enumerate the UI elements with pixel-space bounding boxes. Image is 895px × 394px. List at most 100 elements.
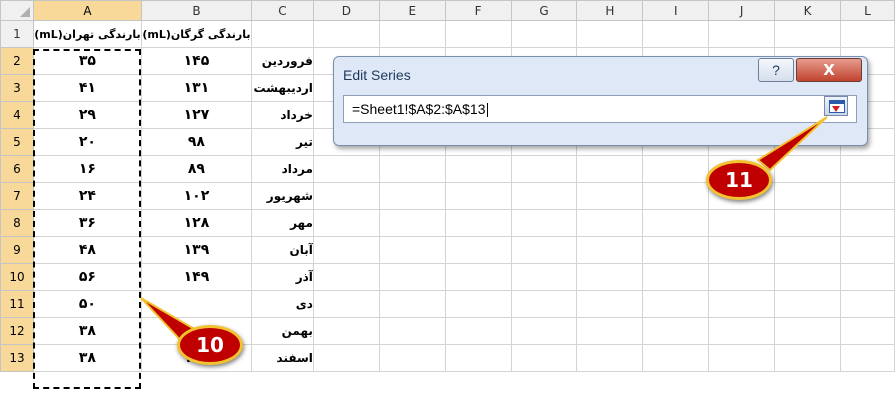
cell-c[interactable]: شهریور [250,182,314,210]
cell[interactable] [312,182,380,210]
cell-a[interactable]: ۴۸ [32,236,142,264]
column-header-d[interactable]: D [312,0,380,21]
cell[interactable] [774,317,841,345]
cell-b[interactable]: ۱۴۵ [140,47,252,75]
cell-c[interactable]: مرداد [250,155,314,183]
cell[interactable] [378,209,446,237]
cell[interactable] [444,263,512,291]
cell[interactable] [312,209,380,237]
cell[interactable] [312,20,380,48]
cell-b[interactable] [140,290,252,318]
cell[interactable] [708,20,776,48]
cell-c[interactable]: بهمن [250,317,314,345]
cell-b[interactable]: ۱۳۹ [140,236,252,264]
cell[interactable] [510,263,578,291]
cell-a[interactable]: ۵۶ [32,263,142,291]
cell[interactable] [444,344,512,372]
cell[interactable] [378,290,446,318]
row-header[interactable]: 7 [0,182,34,210]
cell-c[interactable]: تیر [250,128,314,156]
cell-c[interactable]: خرداد [250,101,314,129]
cell[interactable] [510,209,578,237]
column-header-k[interactable]: K [774,0,841,21]
column-header-j[interactable]: J [708,0,776,21]
cell-c[interactable]: آبان [250,236,314,264]
cell[interactable] [378,263,446,291]
cell[interactable] [312,344,380,372]
cell[interactable] [642,20,710,48]
column-header-g[interactable]: G [510,0,578,21]
cell[interactable] [708,344,776,372]
cell-a[interactable]: ۳۸ [32,344,142,372]
select-all-corner[interactable] [0,0,34,21]
cell[interactable] [642,236,710,264]
cell[interactable] [576,236,644,264]
cell-b[interactable]: ۱۳۱ [140,74,252,102]
cell[interactable] [576,344,644,372]
cell[interactable] [510,236,578,264]
cell[interactable] [642,263,710,291]
cell[interactable] [839,209,895,237]
cell[interactable] [444,20,512,48]
cell-b[interactable]: ۱۴۹ [140,263,252,291]
cell-a[interactable]: ۲۴ [32,182,142,210]
cell[interactable] [708,290,776,318]
cell-a[interactable]: ۳۵ [32,47,142,75]
cell[interactable] [708,263,776,291]
cell[interactable] [378,182,446,210]
cell[interactable] [576,155,644,183]
cell[interactable] [708,236,776,264]
cell[interactable] [839,317,895,345]
column-header-b[interactable]: B [140,0,252,21]
cell[interactable] [510,155,578,183]
cell[interactable] [642,317,710,345]
cell[interactable] [642,290,710,318]
cell-c[interactable]: اسفند [250,344,314,372]
cell[interactable] [774,344,841,372]
cell[interactable] [839,20,895,48]
cell[interactable] [576,317,644,345]
cell[interactable] [708,317,776,345]
cell[interactable] [774,236,841,264]
cell[interactable] [839,344,895,372]
column-header-i[interactable]: I [642,0,710,21]
cell[interactable] [774,182,841,210]
cell[interactable] [839,290,895,318]
cell-c[interactable]: اردیبهشت [250,74,314,102]
cell-c1[interactable] [250,20,314,48]
cell-a1[interactable]: بارندگی تهران(mL) [32,20,142,48]
cell[interactable] [378,155,446,183]
cell[interactable] [576,209,644,237]
column-header-h[interactable]: H [576,0,644,21]
cell-a[interactable]: ۲۰ [32,128,142,156]
cell[interactable] [312,263,380,291]
cell[interactable] [774,290,841,318]
cell[interactable] [774,263,841,291]
cell-c[interactable]: فروردین [250,47,314,75]
cell-b[interactable]: ۱۲۸ [140,209,252,237]
cell[interactable] [576,263,644,291]
cell[interactable] [312,155,380,183]
cell[interactable] [444,182,512,210]
cell[interactable] [839,236,895,264]
cell[interactable] [576,290,644,318]
cell[interactable] [378,20,446,48]
cell[interactable] [378,317,446,345]
column-header-e[interactable]: E [378,0,446,21]
cell[interactable] [576,20,644,48]
cell-b[interactable]: ۸۹ [140,155,252,183]
column-header-f[interactable]: F [444,0,512,21]
cell[interactable] [510,20,578,48]
cell-b1[interactable]: بارندگی گرگان(mL) [140,20,252,48]
column-header-a[interactable]: A [32,0,142,21]
cell[interactable] [444,155,512,183]
cell-a[interactable]: ۱۶ [32,155,142,183]
cell-c[interactable]: دی [250,290,314,318]
row-header[interactable]: 1 [0,20,34,48]
cell[interactable] [642,155,710,183]
cell-a[interactable]: ۳۶ [32,209,142,237]
cell[interactable] [312,236,380,264]
cell[interactable] [510,290,578,318]
row-header[interactable]: 2 [0,47,34,75]
dialog-titlebar[interactable]: Edit Series ? X [334,57,867,91]
